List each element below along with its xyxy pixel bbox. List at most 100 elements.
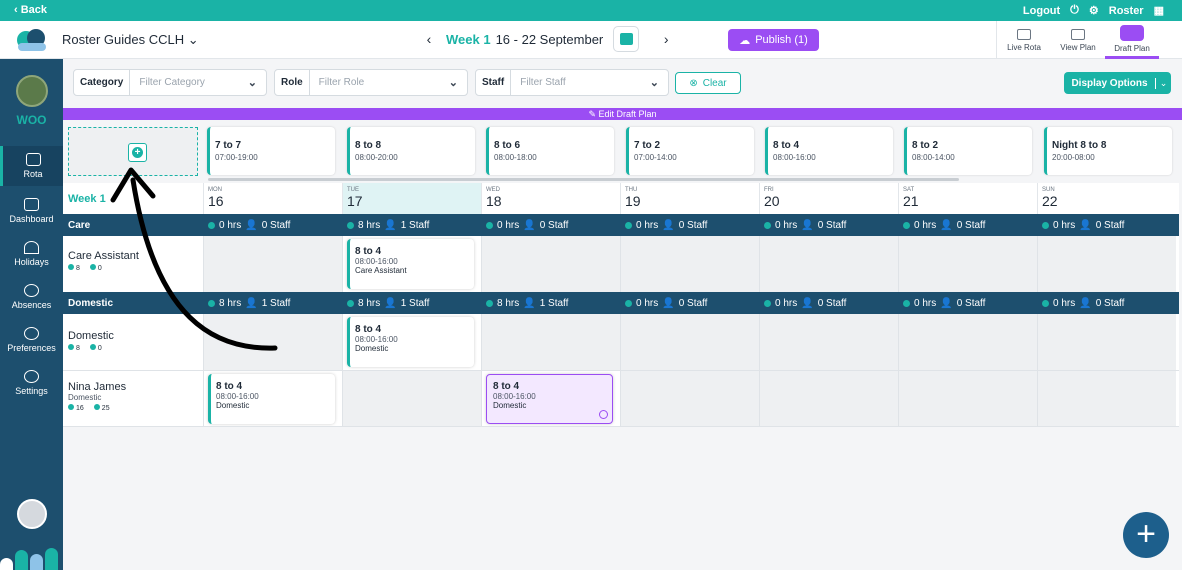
grid-cell[interactable]: [898, 371, 1037, 427]
grid-cell[interactable]: [620, 314, 759, 370]
grid-cell[interactable]: [203, 314, 342, 370]
clear-button[interactable]: ⊗ Clear: [675, 72, 741, 94]
display-options-button[interactable]: Display Options ⌄: [1064, 72, 1171, 94]
template-card[interactable]: 8 to 2 08:00-14:00: [904, 127, 1032, 175]
grid-cell[interactable]: [898, 236, 1037, 292]
add-template-slot[interactable]: +: [68, 127, 198, 176]
template-card[interactable]: 7 to 2 07:00-14:00: [626, 127, 754, 175]
category-name: Care: [68, 220, 91, 231]
chevron-down-icon: ⌄: [649, 77, 659, 89]
add-template-button[interactable]: +: [128, 143, 147, 162]
draft-shift-card[interactable]: 8 to 4 08:00-16:00 Domestic: [486, 374, 613, 424]
gear-icon[interactable]: ⚙: [1089, 4, 1099, 17]
next-week-button[interactable]: ›: [659, 31, 673, 47]
role-filter[interactable]: Role Filter Role ⌄: [274, 69, 468, 96]
shift-card[interactable]: 8 to 4 08:00-16:00 Domestic: [347, 317, 474, 367]
grid-cell[interactable]: [898, 314, 1037, 370]
stat-hours: 0 hrs: [1053, 298, 1076, 309]
template-card[interactable]: 8 to 6 08:00-18:00: [486, 127, 614, 175]
tab-live-rota[interactable]: Live Rota: [997, 21, 1051, 59]
user-icon: 👤: [801, 220, 814, 231]
week-label: Week 1: [446, 31, 491, 47]
category-filter[interactable]: Category Filter Category ⌄: [73, 69, 267, 96]
apps-grid-icon[interactable]: ▦: [1154, 4, 1164, 17]
shift-name: 8 to 4: [355, 324, 382, 335]
grid-cell[interactable]: [759, 314, 898, 370]
chevron-down-icon[interactable]: ⌄: [1155, 77, 1171, 89]
calendar-button[interactable]: [613, 26, 640, 52]
shift-time: 08:00-16:00: [493, 392, 536, 401]
grid-cell[interactable]: [481, 236, 620, 292]
user-gear-icon: [24, 327, 39, 340]
grid-cell[interactable]: [342, 371, 481, 427]
publish-button[interactable]: ☁ Publish (1): [728, 29, 819, 51]
gear-icon: [24, 370, 39, 383]
grid-cell[interactable]: [759, 371, 898, 427]
prev-week-button[interactable]: ‹: [422, 31, 436, 47]
shift-role: Domestic: [493, 401, 527, 410]
clock-icon: [903, 300, 910, 307]
grid-cell[interactable]: 8 to 4 08:00-16:00 Care Assistant: [342, 236, 481, 292]
template-name: 7 to 2: [634, 140, 661, 151]
clock-icon: [208, 222, 215, 229]
user-avatar[interactable]: [17, 499, 47, 529]
stat-staff: 0 Staff: [261, 220, 291, 231]
grid-cell[interactable]: [481, 314, 620, 370]
grid-cell[interactable]: [1037, 236, 1176, 292]
role-name: Domestic: [68, 330, 114, 342]
category-stat: 0 hrs 👤 0 Staff: [625, 298, 707, 309]
stat-staff: 1 Staff: [400, 220, 430, 231]
grid-cell[interactable]: 8 to 4 08:00-16:00 Domestic: [342, 314, 481, 370]
shift-role: Care Assistant: [355, 266, 407, 275]
sidebar-item-label: Absences: [11, 300, 52, 310]
roster-link[interactable]: Roster: [1109, 5, 1144, 17]
sidebar-item-rota[interactable]: Rota: [0, 146, 63, 186]
filter-bar: Category Filter Category ⌄ Role Filter Ro…: [63, 59, 1182, 107]
grid-cell[interactable]: [1037, 314, 1176, 370]
grid-cell[interactable]: [620, 371, 759, 427]
template-card[interactable]: 7 to 7 07:00-19:00: [207, 127, 335, 175]
sidebar-item-absences[interactable]: Absences: [0, 277, 63, 317]
template-card[interactable]: 8 to 8 08:00-20:00: [347, 127, 475, 175]
day-number: 22: [1042, 193, 1058, 209]
template-time: 07:00-19:00: [215, 153, 258, 162]
grid-cell[interactable]: [203, 236, 342, 292]
shift-card[interactable]: 8 to 4 08:00-16:00 Care Assistant: [347, 239, 474, 289]
template-card[interactable]: Night 8 to 8 20:00-08:00: [1044, 127, 1172, 175]
back-link[interactable]: ‹ Back: [14, 4, 47, 16]
grid-cell[interactable]: 8 to 4 08:00-16:00 Domestic: [481, 371, 620, 427]
filter-placeholder: Filter Role: [318, 77, 365, 88]
grid-cell[interactable]: [620, 236, 759, 292]
org-code: WOO: [16, 113, 47, 127]
user-icon: 👤: [940, 298, 953, 309]
grid-cell[interactable]: [1037, 371, 1176, 427]
chevron-down-icon: ⌄: [187, 32, 199, 47]
sidebar-item-settings[interactable]: Settings: [0, 363, 63, 403]
stat-hours: 0 hrs: [636, 298, 659, 309]
logout-link[interactable]: Logout: [1023, 5, 1060, 17]
template-time: 08:00-16:00: [773, 153, 816, 162]
add-shift-fab[interactable]: +: [1123, 512, 1169, 558]
pencil-icon: [1120, 24, 1144, 41]
grid-cell[interactable]: 8 to 4 08:00-16:00 Domestic: [203, 371, 342, 427]
sidebar-item-dashboard[interactable]: Dashboard: [0, 191, 63, 231]
staff-filter[interactable]: Staff Filter Staff ⌄: [475, 69, 669, 96]
grid-cell[interactable]: [759, 236, 898, 292]
staff-label-nina-james[interactable]: Nina James Domestic 16 25: [63, 381, 203, 412]
sidebar-item-preferences[interactable]: Preferences: [0, 320, 63, 360]
logout-icon[interactable]: ⏻: [1070, 4, 1079, 17]
tab-label: Live Rota: [1007, 42, 1041, 52]
tab-draft-plan[interactable]: Draft Plan: [1105, 21, 1159, 59]
clock-icon: [486, 300, 493, 307]
org-selector[interactable]: Roster Guides CCLH ⌄: [62, 32, 199, 48]
tab-view-plan[interactable]: View Plan: [1051, 21, 1105, 59]
template-card[interactable]: 8 to 4 08:00-16:00: [765, 127, 893, 175]
stat-staff: 0 Staff: [678, 298, 708, 309]
day-number: 18: [486, 193, 502, 209]
filter-label: Category: [74, 70, 131, 95]
staff-hours: 16: [68, 404, 84, 412]
shift-card[interactable]: 8 to 4 08:00-16:00 Domestic: [208, 374, 335, 424]
cloud-upload-icon: ☁: [739, 34, 751, 47]
sidebar-item-holidays[interactable]: Holidays: [0, 234, 63, 274]
templates-scrollbar[interactable]: [208, 178, 959, 181]
